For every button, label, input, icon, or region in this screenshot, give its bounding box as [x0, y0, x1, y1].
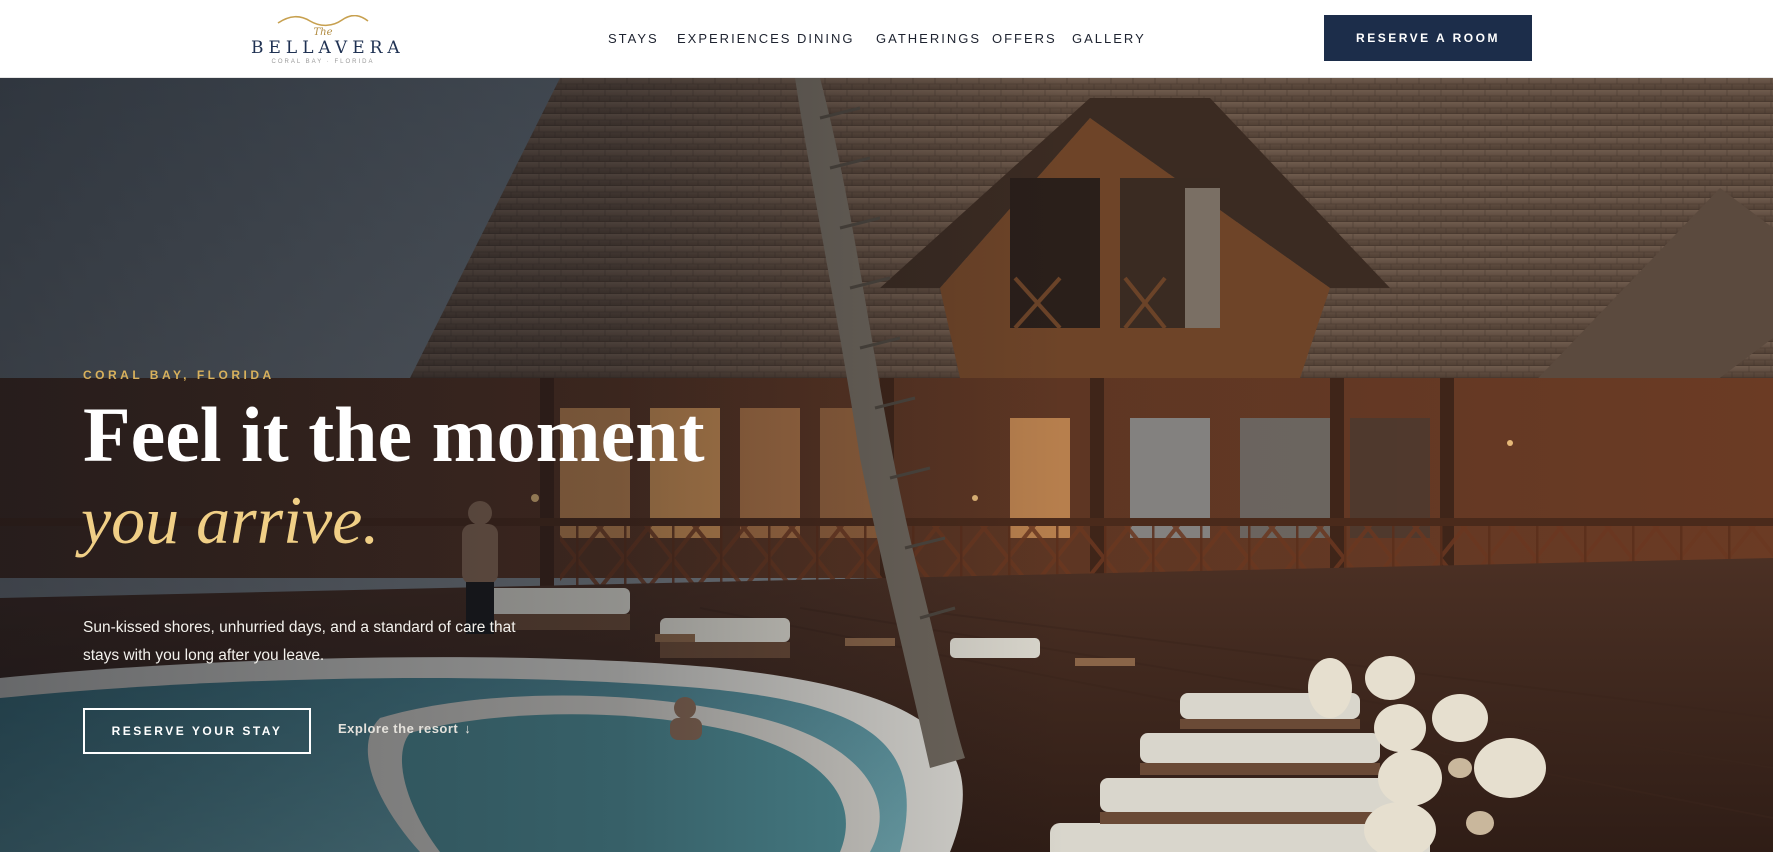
hero-headline-line2: you arrive. [81, 482, 380, 558]
nav-item-gallery[interactable]: GALLERY [1072, 31, 1146, 46]
reserve-room-button[interactable]: RESERVE A ROOM [1324, 15, 1532, 61]
hero-section: CORAL BAY, FLORIDA Feel it the moment yo… [0, 78, 1773, 852]
nav-item-offers[interactable]: OFFERS [992, 31, 1057, 46]
explore-resort-link[interactable]: Explore the resort ↓ [338, 721, 471, 736]
nav-item-stays[interactable]: STAYS [608, 31, 659, 46]
nav-item-experiences[interactable]: EXPERIENCES [677, 31, 791, 46]
hero-eyebrow: CORAL BAY, FLORIDA [83, 368, 275, 382]
logo-the: The [313, 27, 333, 38]
reserve-stay-button[interactable]: RESERVE YOUR STAY [83, 708, 311, 754]
logo-wordmark: BELLAVERA [251, 38, 405, 58]
nav-item-gatherings[interactable]: GATHERINGS [876, 31, 981, 46]
site-header: The BELLAVERA CORAL BAY · FLORIDA STAYS … [0, 0, 1773, 78]
explore-resort-label: Explore the resort [338, 721, 459, 736]
hero-headline-line1: Feel it the moment [83, 391, 705, 478]
brand-logo[interactable]: The BELLAVERA CORAL BAY · FLORIDA [246, 12, 400, 70]
hero-description: Sun-kissed shores, unhurried days, and a… [83, 619, 516, 664]
wave-icon [277, 15, 369, 27]
arrow-down-icon: ↓ [464, 721, 472, 736]
nav-item-dining[interactable]: DINING [797, 31, 855, 46]
logo-location: CORAL BAY · FLORIDA [271, 59, 375, 65]
